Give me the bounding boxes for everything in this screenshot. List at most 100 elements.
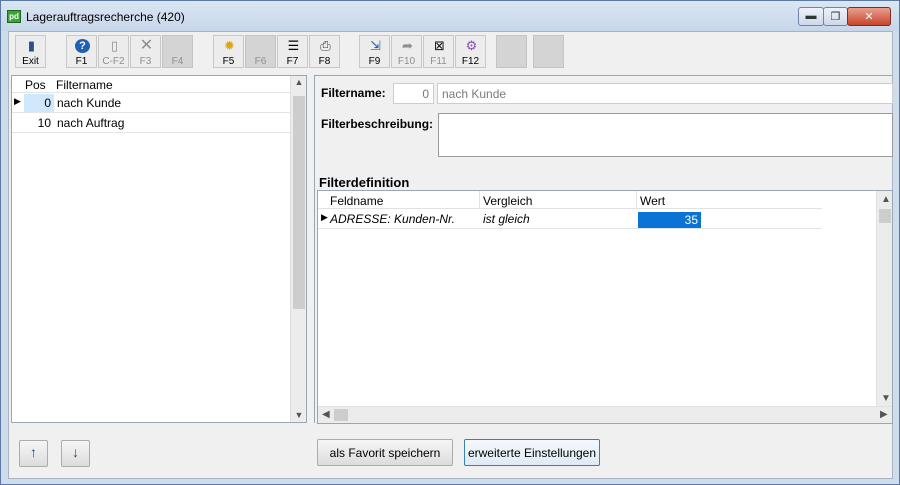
scrollbar-thumb[interactable] bbox=[879, 209, 891, 223]
delete-x-icon: ✕ bbox=[139, 37, 154, 54]
list-item-pos: 0 bbox=[24, 94, 54, 112]
new-document-icon: ▯ bbox=[110, 38, 119, 53]
filterbeschreibung-label: Filterbeschreibung: bbox=[321, 117, 434, 131]
f10-label: F10 bbox=[397, 56, 416, 67]
scrollbar-thumb[interactable] bbox=[334, 409, 348, 421]
printer-icon: ⎙ bbox=[320, 38, 331, 53]
col-header-pos[interactable]: Pos bbox=[25, 78, 46, 92]
table-row[interactable]: ▶ ADRESSE: Kunden-Nr. ist gleich 35 bbox=[318, 210, 822, 229]
export-icon: ⇲ bbox=[370, 38, 381, 53]
col-header-feldname[interactable]: Feldname bbox=[330, 194, 383, 208]
title-bar[interactable]: pd Lagerauftragsrecherche (420) ▬ ❐ ✕ bbox=[1, 1, 899, 31]
scroll-right-icon[interactable]: ▶ bbox=[880, 409, 888, 420]
filtername-number-field[interactable]: 0 bbox=[393, 83, 434, 104]
scroll-down-icon[interactable]: ▼ bbox=[291, 410, 307, 420]
cf2-new-button[interactable]: ▯ C-F2 bbox=[98, 35, 129, 68]
forward-icon: ➦ bbox=[402, 38, 413, 53]
f4-label: F4 bbox=[171, 56, 184, 67]
grid-vertical-scrollbar[interactable]: ▲ ▼ bbox=[876, 191, 892, 406]
row-pointer-icon: ▶ bbox=[14, 96, 21, 106]
f8-print-button[interactable]: ⎙ F8 bbox=[309, 35, 340, 68]
f3-delete-button[interactable]: ✕ F3 bbox=[130, 35, 161, 68]
f5-button[interactable]: ✹ F5 bbox=[213, 35, 244, 68]
f6-label: F6 bbox=[254, 56, 267, 67]
filter-list: Pos Filtername ▶ 0 nach Kunde 10 nach Au… bbox=[11, 75, 307, 423]
scroll-down-icon[interactable]: ▼ bbox=[881, 393, 891, 404]
save-favorite-button[interactable]: als Favorit speichern bbox=[317, 439, 453, 466]
f1-help-button[interactable]: ? F1 bbox=[66, 35, 97, 68]
col-header-filtername[interactable]: Filtername bbox=[56, 78, 113, 92]
f5-label: F5 bbox=[222, 56, 235, 67]
app-logo-icon: pd bbox=[7, 10, 21, 23]
exit-button[interactable]: ▮ Exit bbox=[15, 35, 46, 68]
move-down-button[interactable]: ↓ bbox=[61, 440, 90, 467]
f10-button[interactable]: ➦ F10 bbox=[391, 35, 422, 68]
move-up-button[interactable]: ↑ bbox=[19, 440, 48, 467]
scroll-left-icon[interactable]: ◀ bbox=[322, 409, 330, 420]
f8-label: F8 bbox=[318, 56, 331, 67]
f9-button[interactable]: ⇲ F9 bbox=[359, 35, 390, 68]
grid-horizontal-scrollbar[interactable]: ◀ ▶ bbox=[318, 406, 892, 423]
list-item-pos: 10 bbox=[37, 116, 51, 130]
list-icon: ☰ bbox=[287, 38, 300, 53]
close-icon: ✕ bbox=[864, 11, 874, 23]
filter-list-header: Pos Filtername bbox=[12, 76, 292, 93]
list-item[interactable]: 10 nach Auftrag bbox=[12, 114, 292, 133]
column-divider[interactable] bbox=[479, 191, 480, 209]
toolbar: ▮ Exit ? F1 ▯ C-F2 ✕ F3 F4 ✹ F5 F6 ☰ F7 … bbox=[9, 32, 892, 72]
grid-header: Feldname Vergleich Wert bbox=[318, 191, 822, 209]
filter-detail-panel: Filtername: 0 nach Kunde Filterbeschreib… bbox=[314, 75, 893, 424]
filterbeschreibung-textarea[interactable] bbox=[438, 113, 893, 157]
maximize-icon: ❐ bbox=[830, 11, 841, 23]
arrow-up-icon: ↑ bbox=[30, 444, 37, 460]
cell-vergleich[interactable]: ist gleich bbox=[483, 212, 530, 226]
list-item-name: nach Auftrag bbox=[57, 116, 125, 130]
f12-button[interactable]: ⚙ F12 bbox=[455, 35, 486, 68]
scroll-up-icon[interactable]: ▲ bbox=[291, 77, 307, 87]
maximize-button[interactable]: ❐ bbox=[823, 7, 848, 26]
cell-wert[interactable]: 35 bbox=[638, 212, 701, 228]
scroll-up-icon[interactable]: ▲ bbox=[881, 194, 891, 205]
exit-door-icon: ▮ bbox=[27, 38, 36, 53]
filter-list-scrollbar[interactable]: ▲ ▼ bbox=[290, 76, 306, 422]
f1-label: F1 bbox=[75, 56, 88, 67]
filtername-field[interactable]: nach Kunde bbox=[437, 83, 893, 104]
minimize-icon: ▬ bbox=[805, 10, 817, 22]
f4-button[interactable]: F4 bbox=[162, 35, 193, 68]
close-button[interactable]: ✕ bbox=[847, 7, 891, 26]
arrow-down-icon: ↓ bbox=[72, 444, 79, 460]
excel-icon: ⊠ bbox=[434, 38, 445, 53]
toolbar-blank-button-2[interactable] bbox=[533, 35, 564, 68]
cell-feldname[interactable]: ADRESSE: Kunden-Nr. bbox=[330, 212, 455, 226]
filterdefinition-grid: Feldname Vergleich Wert ▶ ADRESSE: Kunde… bbox=[317, 190, 893, 424]
minimize-button[interactable]: ▬ bbox=[798, 7, 824, 26]
help-icon: ? bbox=[75, 39, 90, 53]
f9-label: F9 bbox=[368, 56, 381, 67]
bottom-bar: ↑ ↓ als Favorit speichern erweiterte Ein… bbox=[9, 428, 892, 478]
f12-label: F12 bbox=[461, 56, 480, 67]
lightbulb-icon: ✹ bbox=[224, 38, 235, 53]
list-item[interactable]: ▶ 0 nach Kunde bbox=[12, 94, 292, 113]
f6-button[interactable]: F6 bbox=[245, 35, 276, 68]
f3-label: F3 bbox=[139, 56, 152, 67]
toolbar-blank-button-1[interactable] bbox=[496, 35, 527, 68]
row-pointer-icon: ▶ bbox=[321, 212, 328, 222]
app-window: pd Lagerauftragsrecherche (420) ▬ ❐ ✕ ▮ … bbox=[0, 0, 900, 485]
cf2-label: C-F2 bbox=[102, 56, 125, 67]
column-divider[interactable] bbox=[636, 191, 637, 209]
f7-label: F7 bbox=[286, 56, 299, 67]
advanced-settings-button[interactable]: erweiterte Einstellungen bbox=[464, 439, 600, 466]
f11-excel-button[interactable]: ⊠ F11 bbox=[423, 35, 454, 68]
col-header-wert[interactable]: Wert bbox=[640, 194, 665, 208]
window-title: Lagerauftragsrecherche (420) bbox=[26, 10, 185, 24]
filterdefinition-heading: Filterdefinition bbox=[319, 175, 410, 190]
user-settings-icon: ⚙ bbox=[465, 38, 478, 53]
col-header-vergleich[interactable]: Vergleich bbox=[483, 194, 532, 208]
filtername-label: Filtername: bbox=[321, 86, 386, 100]
scrollbar-thumb[interactable] bbox=[293, 96, 305, 309]
list-item-name: nach Kunde bbox=[57, 96, 122, 110]
f7-button[interactable]: ☰ F7 bbox=[277, 35, 308, 68]
exit-label: Exit bbox=[22, 56, 39, 67]
f11-label: F11 bbox=[430, 56, 447, 67]
client-area: ▮ Exit ? F1 ▯ C-F2 ✕ F3 F4 ✹ F5 F6 ☰ F7 … bbox=[8, 31, 893, 479]
